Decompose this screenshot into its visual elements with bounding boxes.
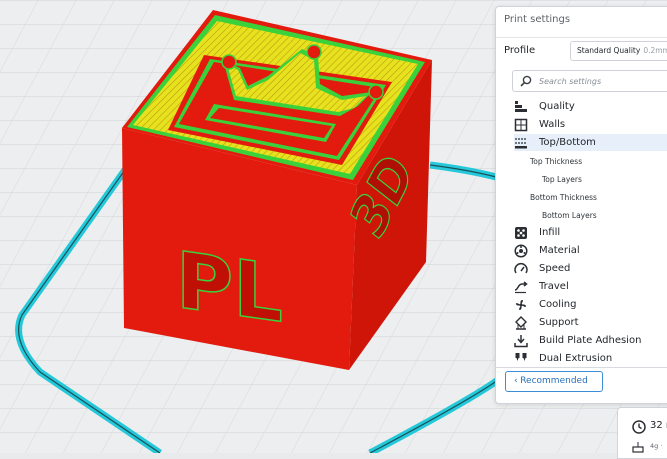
- category-walls[interactable]: Walls: [514, 116, 667, 133]
- material-weight: 4g ·: [650, 442, 663, 450]
- material-icon: [514, 243, 528, 258]
- support-icon: [515, 315, 527, 330]
- search-icon: [520, 75, 532, 87]
- weight-icon: [632, 442, 644, 453]
- category-dual-extrusion[interactable]: Dual Extrusion: [514, 350, 667, 367]
- cooling-icon: [516, 299, 526, 310]
- panel-divider: [496, 37, 667, 38]
- profile-value: Standard Quality: [577, 46, 641, 55]
- category-travel[interactable]: Travel: [514, 278, 667, 295]
- category-quality[interactable]: Quality: [514, 98, 667, 115]
- category-label: Quality: [539, 101, 575, 112]
- speed-icon: [514, 262, 528, 273]
- category-cooling[interactable]: Cooling: [514, 296, 667, 313]
- top-bottom-icon: [515, 137, 527, 148]
- category-support[interactable]: Support: [514, 314, 667, 331]
- category-top-bottom[interactable]: Top/Bottom: [514, 134, 667, 151]
- category-label: Build Plate Adhesion: [539, 335, 642, 346]
- category-infill[interactable]: Infill: [514, 224, 667, 241]
- travel-icon: [514, 280, 528, 293]
- category-label: Cooling: [539, 299, 577, 310]
- chevron-left-icon: ‹: [514, 376, 518, 386]
- infill-icon: [515, 226, 527, 239]
- recommended-label: Recommended: [520, 376, 588, 386]
- category-label: Support: [539, 317, 579, 328]
- clock-icon: [632, 420, 646, 434]
- setting-top-thickness[interactable]: Top Thickness: [530, 157, 582, 166]
- profile-layer-height: 0.2mm: [643, 46, 667, 55]
- walls-icon: [514, 118, 528, 131]
- category-label: Walls: [539, 119, 566, 130]
- category-label: Speed: [539, 263, 571, 274]
- category-build-plate-adhesion[interactable]: Build Plate Adhesion: [514, 332, 667, 349]
- category-speed[interactable]: Speed: [514, 260, 667, 277]
- setting-top-layers[interactable]: Top Layers: [542, 175, 582, 184]
- category-label: Top/Bottom: [539, 137, 596, 148]
- print-settings-panel: Print settings Profile Standard Quality 0…: [495, 6, 667, 404]
- category-label: Material: [539, 245, 580, 256]
- category-label: Dual Extrusion: [539, 353, 613, 364]
- category-material[interactable]: Material: [514, 242, 667, 259]
- profile-select[interactable]: Standard Quality0.2mm: [570, 41, 667, 61]
- recommended-button[interactable]: ‹ Recommended: [505, 371, 603, 392]
- category-label: Infill: [539, 227, 561, 238]
- search-input[interactable]: [539, 74, 667, 88]
- front-text-engraving: PL: [176, 235, 283, 341]
- panel-footer-divider: [496, 367, 667, 368]
- print-time: 32 m: [650, 420, 667, 431]
- dual-extrusion-icon: [515, 352, 527, 361]
- panel-title: Print settings: [504, 14, 571, 25]
- search-settings-box[interactable]: [512, 70, 667, 92]
- profile-label: Profile: [504, 45, 536, 56]
- build-plate-adhesion-icon: [514, 334, 528, 347]
- setting-bottom-layers[interactable]: Bottom Layers: [542, 211, 597, 220]
- quality-icon: [515, 100, 527, 112]
- setting-bottom-thickness[interactable]: Bottom Thickness: [530, 193, 597, 202]
- category-label: Travel: [539, 281, 569, 292]
- print-estimate-card[interactable]: 32 m 4g ·: [617, 407, 667, 459]
